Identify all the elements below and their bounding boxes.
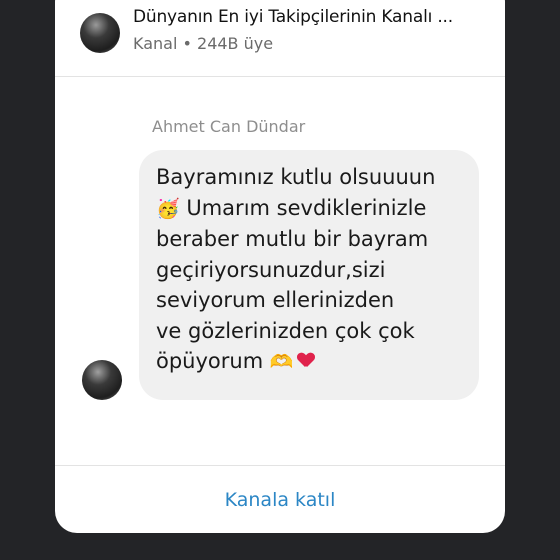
message-line-2: 🥳 Umarım sevdiklerinizle — [156, 193, 469, 225]
message-bubble: Bayramınız kutlu olsuuuun 🥳 Umarım sevdi… — [139, 150, 479, 400]
party-face-emoji-icon: 🥳 — [156, 197, 180, 220]
channel-header[interactable]: Dünyanın En iyi Takipçilerinin Kanalı ..… — [55, 0, 505, 66]
red-heart-icon — [298, 353, 314, 369]
channel-preview-card: Dünyanın En iyi Takipçilerinin Kanalı ..… — [55, 0, 505, 533]
sender-avatar — [82, 360, 122, 400]
join-channel-button[interactable]: Kanala katıl — [55, 466, 505, 533]
message-sender-name: Ahmet Can Dündar — [152, 117, 306, 136]
message-line-4: geçiriyorsunuzdur,sizi — [156, 257, 386, 282]
channel-title: Dünyanın En iyi Takipçilerinin Kanalı ..… — [133, 7, 453, 27]
message-line-1: Bayramınız kutlu olsuuuun — [156, 165, 436, 189]
message-line-2-text: Umarım sevdiklerinizle — [186, 195, 427, 220]
message-line-5: seviyorum ellerinizden — [156, 288, 395, 312]
message-line-7-text: öpüyorum — [156, 349, 264, 373]
channel-subtitle: Kanal • 244B üye — [133, 34, 274, 53]
message-line-6: ve gözlerinizden çok çok — [156, 318, 415, 343]
header-divider — [55, 76, 505, 77]
message-line-3: beraber mutlu bir bayram — [156, 227, 429, 251]
heart-hands-emoji-icon: 🫶 — [269, 351, 294, 373]
message-line-7: öpüyorum 🫶 — [156, 346, 469, 378]
channel-avatar — [80, 13, 120, 53]
